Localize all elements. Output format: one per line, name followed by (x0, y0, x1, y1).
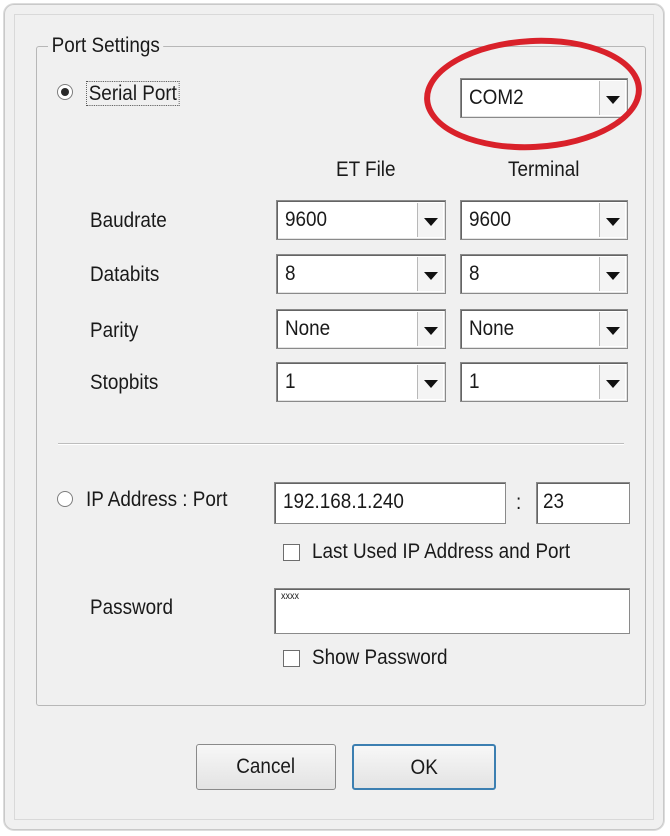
cancel-button-label: Cancel (236, 755, 296, 778)
databits-terminal-value: 8 (469, 262, 480, 285)
chevron-down-icon[interactable] (417, 257, 443, 291)
column-header-terminal: Terminal (508, 158, 580, 181)
password-label: Password (90, 596, 173, 619)
ip-address-radio[interactable] (57, 491, 73, 507)
parity-etfile-select[interactable]: None (276, 309, 446, 349)
ip-address-input[interactable]: 192.168.1.240 (274, 482, 506, 524)
ip-port-separator: : (516, 491, 522, 514)
group-title: Port Settings (48, 34, 164, 58)
baudrate-etfile-select[interactable]: 9600 (276, 200, 446, 240)
baudrate-label: Baudrate (90, 209, 167, 232)
baudrate-terminal-value: 9600 (469, 208, 512, 231)
column-header-et-file: ET File (336, 158, 396, 181)
databits-etfile-value: 8 (285, 262, 296, 285)
databits-label: Databits (90, 263, 160, 286)
cancel-button[interactable]: Cancel (196, 744, 336, 790)
chevron-down-icon[interactable] (417, 365, 443, 399)
chevron-down-icon[interactable] (599, 312, 625, 346)
last-used-ip-label[interactable]: Last Used IP Address and Port (312, 540, 570, 564)
stopbits-etfile-select[interactable]: 1 (276, 362, 446, 402)
ip-address-value: 192.168.1.240 (283, 490, 404, 513)
last-used-ip-checkbox[interactable] (283, 544, 300, 561)
ip-address-label[interactable]: IP Address : Port (86, 488, 227, 512)
stopbits-terminal-value: 1 (469, 370, 480, 393)
stopbits-etfile-value: 1 (285, 370, 296, 393)
ip-port-value: 23 (543, 490, 565, 513)
serial-port-radio[interactable] (57, 84, 73, 100)
show-password-label[interactable]: Show Password (312, 646, 448, 670)
stopbits-label: Stopbits (90, 371, 159, 394)
ok-button[interactable]: OK (352, 744, 496, 790)
password-value: xxxx (281, 591, 299, 602)
parity-terminal-select[interactable]: None (460, 309, 628, 349)
section-divider (58, 443, 624, 445)
databits-etfile-select[interactable]: 8 (276, 254, 446, 294)
stopbits-terminal-select[interactable]: 1 (460, 362, 628, 402)
chevron-down-icon[interactable] (417, 203, 443, 237)
serial-port-label-text: Serial Port (86, 81, 180, 106)
baudrate-terminal-select[interactable]: 9600 (460, 200, 628, 240)
chevron-down-icon[interactable] (599, 203, 625, 237)
parity-terminal-value: None (469, 317, 515, 340)
chevron-down-icon[interactable] (599, 365, 625, 399)
databits-terminal-select[interactable]: 8 (460, 254, 628, 294)
ok-button-label: OK (410, 756, 438, 779)
show-password-checkbox[interactable] (283, 650, 300, 667)
baudrate-etfile-value: 9600 (285, 208, 328, 231)
chevron-down-icon[interactable] (599, 257, 625, 291)
parity-label: Parity (90, 319, 139, 342)
password-input[interactable]: xxxx (274, 588, 630, 634)
parity-etfile-value: None (285, 317, 331, 340)
serial-port-label[interactable]: Serial Port (86, 81, 180, 106)
chevron-down-icon[interactable] (417, 312, 443, 346)
ip-port-input[interactable]: 23 (536, 482, 630, 524)
